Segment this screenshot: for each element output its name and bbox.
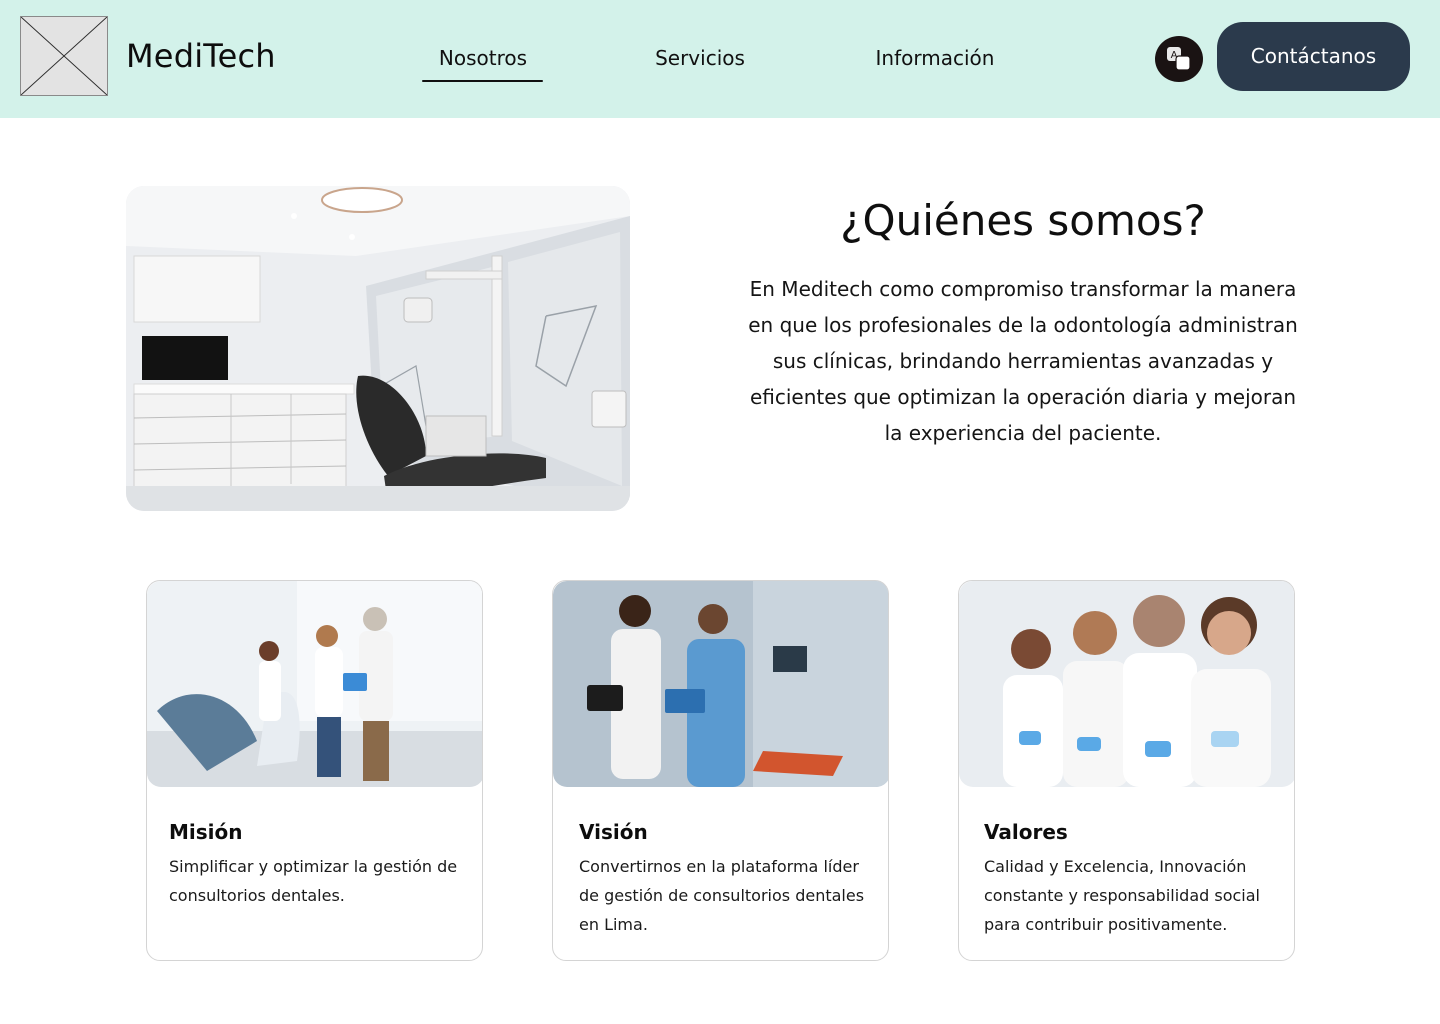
- top-navbar: MediTech Nosotros Servicios Información …: [0, 0, 1440, 118]
- values-card-photo: [959, 581, 1294, 787]
- contact-button[interactable]: Contáctanos: [1217, 22, 1410, 91]
- mission-card-photo: [147, 581, 482, 787]
- mission-text: Simplificar y optimizar la gestión de co…: [169, 857, 458, 905]
- image-placeholder-icon: [21, 17, 107, 95]
- language-toggle-button[interactable]: A: [1155, 36, 1203, 82]
- logo-placeholder-image[interactable]: [20, 16, 108, 96]
- dental-clinic-image: [126, 186, 630, 511]
- about-title: ¿Quiénes somos?: [840, 196, 1206, 245]
- active-nav-indicator: [422, 80, 543, 82]
- nav-link-servicios[interactable]: Servicios: [640, 44, 760, 72]
- vision-title: Visión: [579, 820, 648, 844]
- values-text: Calidad y Excelencia, Innovación constan…: [984, 857, 1260, 934]
- about-description: En Meditech como compromiso transformar …: [748, 277, 1298, 445]
- nav-link-nosotros[interactable]: Nosotros: [422, 44, 544, 72]
- mission-title: Misión: [169, 820, 243, 844]
- brand-name[interactable]: MediTech: [126, 36, 276, 76]
- vision-card-photo: [553, 581, 888, 787]
- values-card: Valores Calidad y Excelencia, Innovación…: [958, 580, 1295, 961]
- vision-text: Convertirnos en la plataforma líder de g…: [579, 857, 865, 934]
- values-title: Valores: [984, 820, 1068, 844]
- vision-card: Visión Convertirnos en la plataforma líd…: [552, 580, 889, 961]
- nav-link-informacion[interactable]: Información: [862, 44, 1008, 72]
- mission-card: Misión Simplificar y optimizar la gestió…: [146, 580, 483, 961]
- translate-icon: A: [1167, 47, 1191, 71]
